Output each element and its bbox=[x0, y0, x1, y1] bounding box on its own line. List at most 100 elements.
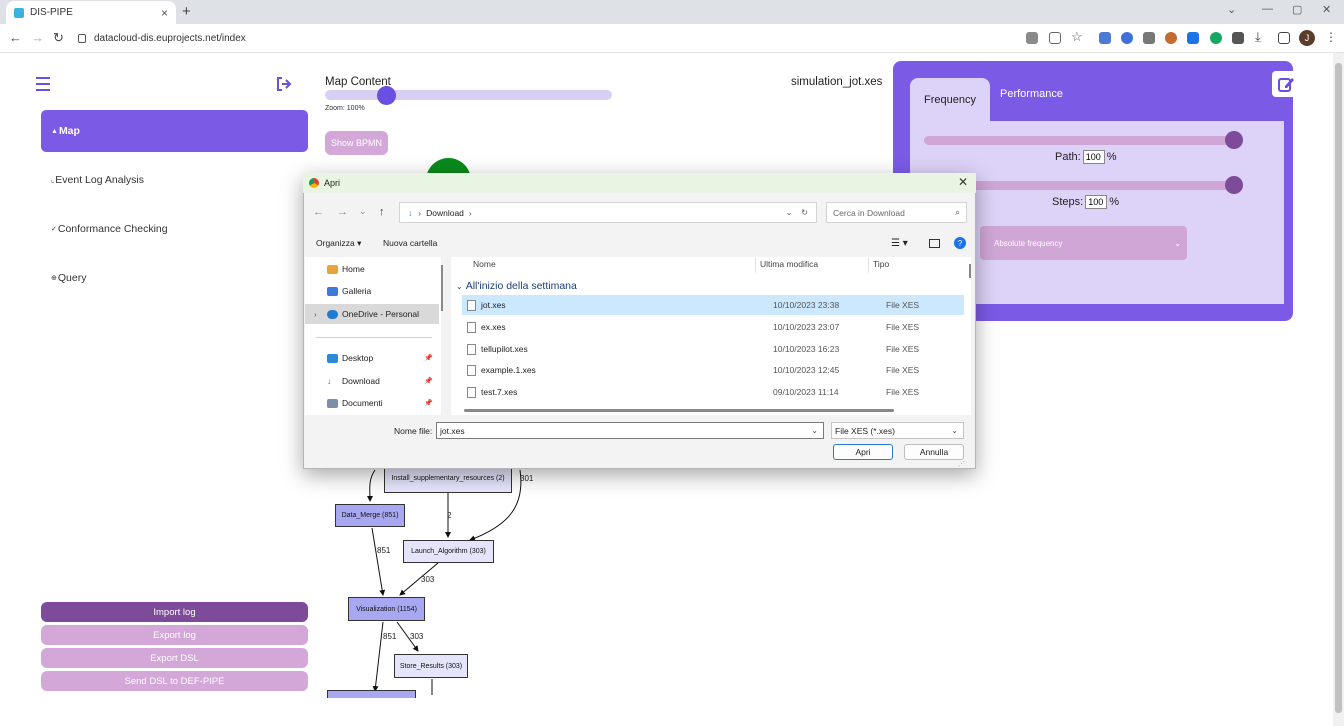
breadcrumb-separator: › bbox=[418, 207, 422, 218]
export-log-button[interactable]: Export log bbox=[41, 625, 308, 645]
menu-kebab-icon[interactable]: ⋮ bbox=[1325, 30, 1337, 44]
nav-item-home[interactable]: Home bbox=[305, 259, 439, 279]
import-log-button[interactable]: Import log bbox=[41, 602, 308, 622]
sidebar-item-conformance-checking[interactable]: ✓ Conformance Checking bbox=[41, 208, 308, 250]
extension-translate-icon[interactable] bbox=[1099, 32, 1111, 44]
back-icon[interactable]: ← bbox=[9, 30, 22, 45]
edit-icon[interactable] bbox=[1272, 71, 1300, 97]
send-dsl-button[interactable]: Send DSL to DEF-PIPE bbox=[41, 671, 308, 691]
extension-grammarly-icon[interactable] bbox=[1210, 32, 1222, 44]
bookmark-star-icon[interactable]: ☆ bbox=[1071, 29, 1083, 45]
path-slider-track[interactable] bbox=[924, 136, 1234, 145]
dialog-close-icon[interactable]: ✕ bbox=[958, 175, 968, 189]
graph-node-partial[interactable] bbox=[327, 690, 416, 698]
hamburger-menu-icon[interactable] bbox=[36, 77, 50, 95]
graph-node-store[interactable]: Store_Results (303) bbox=[394, 654, 468, 678]
reload-icon[interactable]: ↻ bbox=[53, 30, 64, 46]
filename-input[interactable]: jot.xes ⌄ bbox=[436, 422, 824, 439]
path-input[interactable] bbox=[1082, 150, 1105, 164]
address-bar[interactable]: datacloud-dis.euprojects.net/index bbox=[78, 28, 1018, 49]
extension-cast-icon[interactable] bbox=[1143, 32, 1155, 44]
nav-item-download[interactable]: ↓ Download 📌 bbox=[305, 371, 439, 391]
onedrive-cloud-icon bbox=[327, 309, 338, 319]
column-header-name[interactable]: Nome bbox=[473, 259, 496, 269]
dialog-recent-icon[interactable]: ⌄ bbox=[359, 206, 367, 217]
zoom-slider-knob[interactable] bbox=[377, 86, 396, 105]
forward-icon[interactable]: → bbox=[31, 30, 44, 45]
browser-tab[interactable]: DIS-PIPE × bbox=[6, 1, 176, 24]
file-list-horizontal-scrollbar[interactable] bbox=[464, 409, 894, 412]
column-header-type[interactable]: Tipo bbox=[873, 259, 889, 269]
lock-icon bbox=[78, 34, 86, 43]
extension-speech-icon[interactable] bbox=[1121, 32, 1133, 44]
path-slider-knob[interactable] bbox=[1225, 131, 1243, 149]
file-row[interactable]: test.7.xes 09/10/2023 11:14 File XES bbox=[462, 382, 964, 402]
dialog-address-bar[interactable]: ↓ › Download › ⌄ ↻ bbox=[399, 202, 817, 223]
expand-chevron-icon[interactable]: › bbox=[314, 310, 317, 319]
show-bpmn-button[interactable]: Show BPMN bbox=[325, 131, 388, 155]
sidebar-item-event-log-analysis[interactable]: ⌞ Event Log Analysis bbox=[41, 159, 308, 201]
restore-icon[interactable]: ▢ bbox=[1292, 3, 1302, 16]
file-row[interactable]: example.1.xes 10/10/2023 12:45 File XES bbox=[462, 360, 964, 380]
nav-item-onedrive[interactable]: › OneDrive - Personal bbox=[305, 304, 439, 324]
export-dsl-button[interactable]: Export DSL bbox=[41, 648, 308, 668]
help-icon[interactable]: ? bbox=[954, 237, 966, 249]
tab-search-icon[interactable]: ⌄ bbox=[1227, 3, 1236, 16]
dialog-up-icon[interactable]: ↑ bbox=[379, 206, 385, 218]
minimize-icon[interactable]: — bbox=[1262, 3, 1273, 15]
dialog-forward-icon[interactable]: → bbox=[337, 206, 348, 218]
open-button[interactable]: Apri bbox=[833, 444, 893, 460]
graph-node-data-merge[interactable]: Data_Merge (851) bbox=[335, 504, 405, 527]
browser-tabstrip bbox=[0, 0, 1344, 24]
graph-node-launch[interactable]: Launch_Algorithm (303) bbox=[403, 540, 494, 563]
zoom-slider-track[interactable] bbox=[325, 90, 612, 100]
file-row[interactable]: jot.xes 10/10/2023 23:38 File XES bbox=[462, 295, 964, 315]
breadcrumb-download[interactable]: Download bbox=[426, 208, 464, 218]
steps-input[interactable] bbox=[1085, 195, 1108, 209]
dialog-search-input[interactable]: Cerca in Download ⌕ bbox=[826, 202, 967, 223]
side-panel-icon[interactable] bbox=[1278, 32, 1290, 44]
translate-icon[interactable] bbox=[1026, 32, 1038, 44]
steps-slider-knob[interactable] bbox=[1225, 176, 1243, 194]
nav-item-documenti[interactable]: Documenti 📌 bbox=[305, 393, 439, 413]
share-icon[interactable] bbox=[1049, 32, 1061, 44]
filetype-select[interactable]: File XES (*.xes) ⌄ bbox=[831, 422, 964, 439]
file-group-header[interactable]: ⌄ All'inizio della settimana bbox=[456, 280, 577, 292]
resize-grip-icon[interactable]: ⋰ bbox=[958, 460, 965, 468]
sidebar-item-query[interactable]: ⊕ Query bbox=[41, 257, 308, 299]
downloads-icon[interactable]: ⤓ bbox=[1255, 29, 1261, 45]
address-dropdown-refresh-icon[interactable]: ⌄ ↻ bbox=[786, 208, 808, 217]
nav-item-galleria[interactable]: Galleria bbox=[305, 281, 439, 301]
extension-trello-icon[interactable] bbox=[1187, 32, 1199, 44]
sidebar-item-map[interactable]: ▲ Map bbox=[41, 110, 308, 152]
tab-performance[interactable]: Performance bbox=[1000, 88, 1063, 100]
view-options-icon[interactable]: ☰ ▾ bbox=[891, 238, 908, 249]
logout-icon[interactable] bbox=[276, 77, 292, 91]
dialog-back-icon[interactable]: ← bbox=[313, 206, 324, 218]
chevron-down-icon[interactable]: ⌄ bbox=[811, 426, 818, 435]
graph-node-visualization[interactable]: Visualization (1154) bbox=[348, 597, 425, 621]
extensions-puzzle-icon[interactable] bbox=[1232, 32, 1244, 44]
page-scrollbar[interactable] bbox=[1333, 53, 1344, 726]
cancel-button[interactable]: Annulla bbox=[904, 444, 964, 460]
nav-item-desktop[interactable]: Desktop 📌 bbox=[305, 348, 439, 368]
window-close-icon[interactable]: ✕ bbox=[1322, 3, 1331, 16]
new-tab-icon[interactable]: + bbox=[182, 3, 191, 20]
extension-cookie-icon[interactable] bbox=[1165, 32, 1177, 44]
column-divider bbox=[755, 257, 756, 273]
edge-label: 301 bbox=[520, 474, 534, 483]
file-list-vertical-scrollbar[interactable] bbox=[969, 264, 971, 278]
profile-avatar[interactable]: J bbox=[1299, 30, 1315, 46]
column-header-modified[interactable]: Ultima modifica bbox=[760, 259, 818, 269]
frequency-type-select[interactable]: Absolute frequency ⌄ bbox=[980, 226, 1187, 260]
close-tab-icon[interactable]: × bbox=[161, 6, 168, 20]
tab-frequency[interactable]: Frequency bbox=[910, 78, 990, 122]
new-folder-button[interactable]: Nuova cartella bbox=[383, 238, 437, 248]
nav-pane-scrollbar[interactable] bbox=[441, 265, 443, 311]
preview-pane-icon[interactable] bbox=[929, 239, 940, 248]
organize-button[interactable]: Organizza ▾ bbox=[316, 238, 361, 249]
file-row[interactable]: ex.xes 10/10/2023 23:07 File XES bbox=[462, 317, 964, 337]
graph-node-install[interactable]: Install_supplementary_resources (2) bbox=[384, 465, 512, 493]
file-row[interactable]: tellupilot.xes 10/10/2023 16:23 File XES bbox=[462, 339, 964, 359]
nav-divider bbox=[316, 337, 432, 338]
